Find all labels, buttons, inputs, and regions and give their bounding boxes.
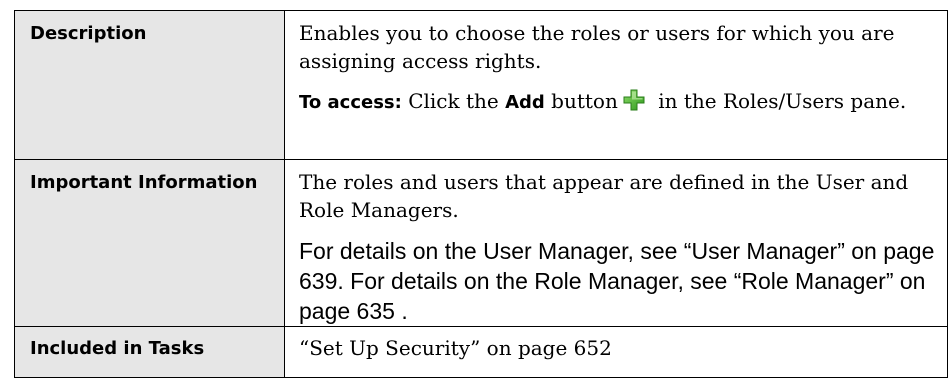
tasks-link[interactable]: “Set Up Security” on page 652 <box>299 334 939 362</box>
click-the-text: Click the <box>401 89 506 113</box>
button-text: button <box>544 89 618 113</box>
row-label-important: Important Information <box>14 159 285 327</box>
table-row-description: Description Enables you to choose the ro… <box>14 10 948 160</box>
row-content-important: The roles and users that appear are defi… <box>284 159 948 327</box>
row-content-tasks: “Set Up Security” on page 652 <box>284 326 948 378</box>
row-label-description: Description <box>14 10 285 160</box>
info-table: Description Enables you to choose the ro… <box>14 10 948 378</box>
add-plus-icon <box>622 88 646 112</box>
table-row-tasks: Included in Tasks “Set Up Security” on p… <box>14 326 948 378</box>
table-row-important: Important Information The roles and user… <box>14 159 948 327</box>
row-content-description: Enables you to choose the roles or users… <box>284 10 948 160</box>
pane-text: in the Roles/Users pane. <box>651 89 907 113</box>
details-text: For details on the User Manager, see “Us… <box>299 238 935 324</box>
description-text: Enables you to choose the roles or users… <box>299 21 895 73</box>
to-access-label: To access: <box>299 92 402 113</box>
important-text: The roles and users that appear are defi… <box>299 170 909 222</box>
to-access-line: To access: Click the Add button in the R… <box>299 87 939 117</box>
row-label-tasks: Included in Tasks <box>14 326 285 378</box>
add-label: Add <box>505 92 545 113</box>
